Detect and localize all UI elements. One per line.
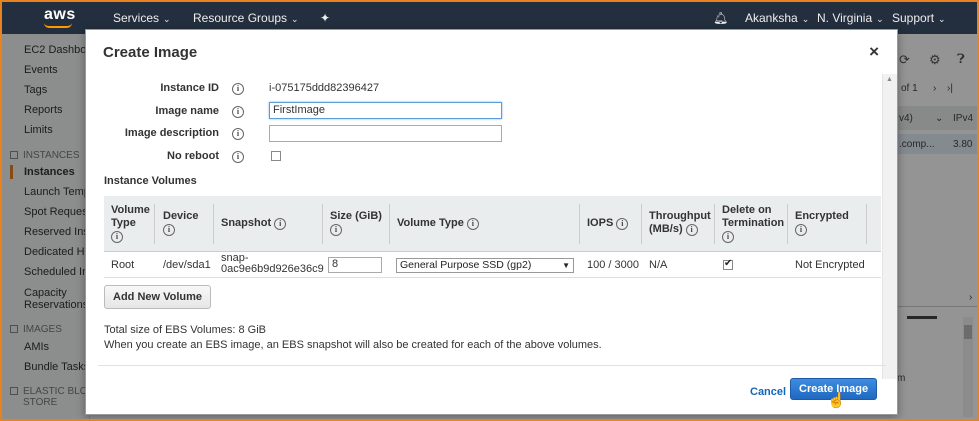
column-divider — [866, 204, 867, 244]
dialog-body: Instance ID i i-075175ddd82396427 Image … — [87, 74, 881, 379]
info-icon[interactable]: i — [232, 83, 244, 95]
header-snapshot: Snapshot i — [221, 217, 287, 230]
volume-type-select[interactable]: General Purpose SSD (gp2) ▼ — [396, 258, 574, 273]
info-icon[interactable]: i — [232, 106, 244, 118]
info-icon[interactable]: i — [163, 224, 175, 236]
header-vol-type: Volume Type i — [397, 217, 479, 230]
no-reboot-checkbox[interactable] — [271, 151, 281, 161]
column-divider — [154, 204, 155, 244]
bell-icon[interactable]: 🔔︎ — [713, 11, 728, 25]
image-name-label: Image name — [155, 105, 219, 117]
dialog-footer-divider — [98, 365, 886, 366]
services-menu[interactable]: Services ⌄ — [113, 11, 171, 25]
chevron-down-icon: ⌄ — [801, 14, 810, 24]
create-image-dialog: Create Image × Instance ID i i-075175ddd… — [85, 29, 898, 415]
info-icon[interactable]: i — [111, 231, 123, 243]
column-divider — [213, 204, 214, 244]
region-menu[interactable]: N. Virginia ⌄ — [817, 11, 884, 25]
chevron-down-icon: ⌄ — [938, 14, 946, 24]
region-name: N. Virginia — [817, 11, 873, 25]
scroll-up-icon[interactable]: ▲ — [886, 76, 893, 83]
volumes-table-header: Volume Type i Device i Snapshot i Size (Gi… — [104, 196, 881, 252]
info-icon[interactable]: i — [232, 151, 244, 163]
info-icon[interactable]: i — [795, 224, 807, 236]
cell-throughput: N/A — [649, 259, 668, 271]
column-divider — [579, 204, 580, 244]
header-size: Size (GiB) i — [330, 210, 382, 236]
hand-cursor-icon: ☝ — [827, 392, 846, 409]
image-description-label: Image description — [124, 127, 219, 139]
column-divider — [322, 204, 323, 244]
dropdown-arrow-icon: ▼ — [562, 261, 570, 270]
support-label: Support — [892, 11, 935, 25]
dialog-title: Create Image — [103, 44, 198, 61]
cell-encrypted: Not Encrypted — [795, 259, 865, 271]
column-divider — [714, 204, 715, 244]
size-input[interactable]: 8 — [328, 257, 382, 273]
header-volume-type: Volume Type i — [111, 204, 150, 243]
dialog-scrollbar[interactable]: ▲ — [882, 74, 897, 379]
info-icon[interactable]: i — [232, 128, 244, 140]
aws-logo[interactable]: aws — [44, 6, 76, 24]
chevron-down-icon: ⌄ — [163, 14, 171, 24]
info-icon[interactable]: i — [466, 218, 479, 230]
info-icon[interactable]: i — [330, 224, 342, 236]
info-icon[interactable]: i — [722, 231, 734, 243]
column-divider — [787, 204, 788, 244]
chevron-down-icon: ⌄ — [876, 14, 884, 24]
header-delete-on-termination: Delete on Termination i — [722, 204, 785, 243]
resource-groups-label: Resource Groups — [193, 11, 288, 25]
info-icon[interactable]: i — [685, 224, 698, 236]
column-divider — [641, 204, 642, 244]
account-name: Akanksha — [745, 11, 798, 25]
header-iops: IOPS i — [587, 217, 629, 230]
instance-id-label: Instance ID — [160, 82, 219, 94]
pin-icon[interactable]: ✦ — [320, 11, 330, 25]
volume-type-selected: General Purpose SSD (gp2) — [400, 259, 532, 271]
info-icon[interactable]: i — [274, 218, 287, 230]
header-throughput: Throughput (MB/s) i — [649, 210, 711, 236]
services-menu-label: Services — [113, 11, 160, 25]
snapshot-id-part2: 0ac9e6b9d926e36c9 — [221, 263, 324, 275]
add-new-volume-button[interactable]: Add New Volume — [104, 285, 212, 309]
no-reboot-label: No reboot — [167, 150, 219, 162]
image-name-input[interactable]: FirstImage — [269, 102, 502, 119]
cell-device: /dev/sda1 — [163, 259, 211, 271]
support-menu[interactable]: Support ⌄ — [892, 11, 946, 25]
cell-volume-type: Root — [111, 259, 135, 271]
close-icon[interactable]: × — [869, 42, 879, 62]
cancel-button[interactable]: Cancel — [750, 386, 786, 398]
column-divider — [389, 204, 390, 244]
instance-volumes-title: Instance Volumes — [104, 175, 197, 187]
cell-snapshot: snap- 0ac9e6b9d926e36c9 — [221, 253, 324, 275]
table-row: Root /dev/sda1 snap- 0ac9e6b9d926e36c9 8 … — [104, 252, 881, 278]
snapshot-note: When you create an EBS image, an EBS sna… — [104, 339, 602, 351]
header-device: Device i — [163, 210, 199, 236]
delete-on-termination-checkbox[interactable] — [723, 258, 733, 270]
cell-iops: 100 / 3000 — [587, 259, 639, 271]
total-size-text: Total size of EBS Volumes: 8 GiB — [104, 324, 267, 336]
aws-logo-smile — [44, 23, 72, 28]
account-menu[interactable]: Akanksha ⌄ — [745, 11, 809, 25]
chevron-down-icon: ⌄ — [291, 14, 299, 24]
info-icon[interactable]: i — [616, 218, 629, 230]
resource-groups-menu[interactable]: Resource Groups ⌄ — [193, 11, 299, 25]
header-encrypted: Encrypted i — [795, 210, 849, 236]
instance-id-value: i-075175ddd82396427 — [269, 82, 380, 94]
image-description-input[interactable] — [269, 125, 502, 142]
